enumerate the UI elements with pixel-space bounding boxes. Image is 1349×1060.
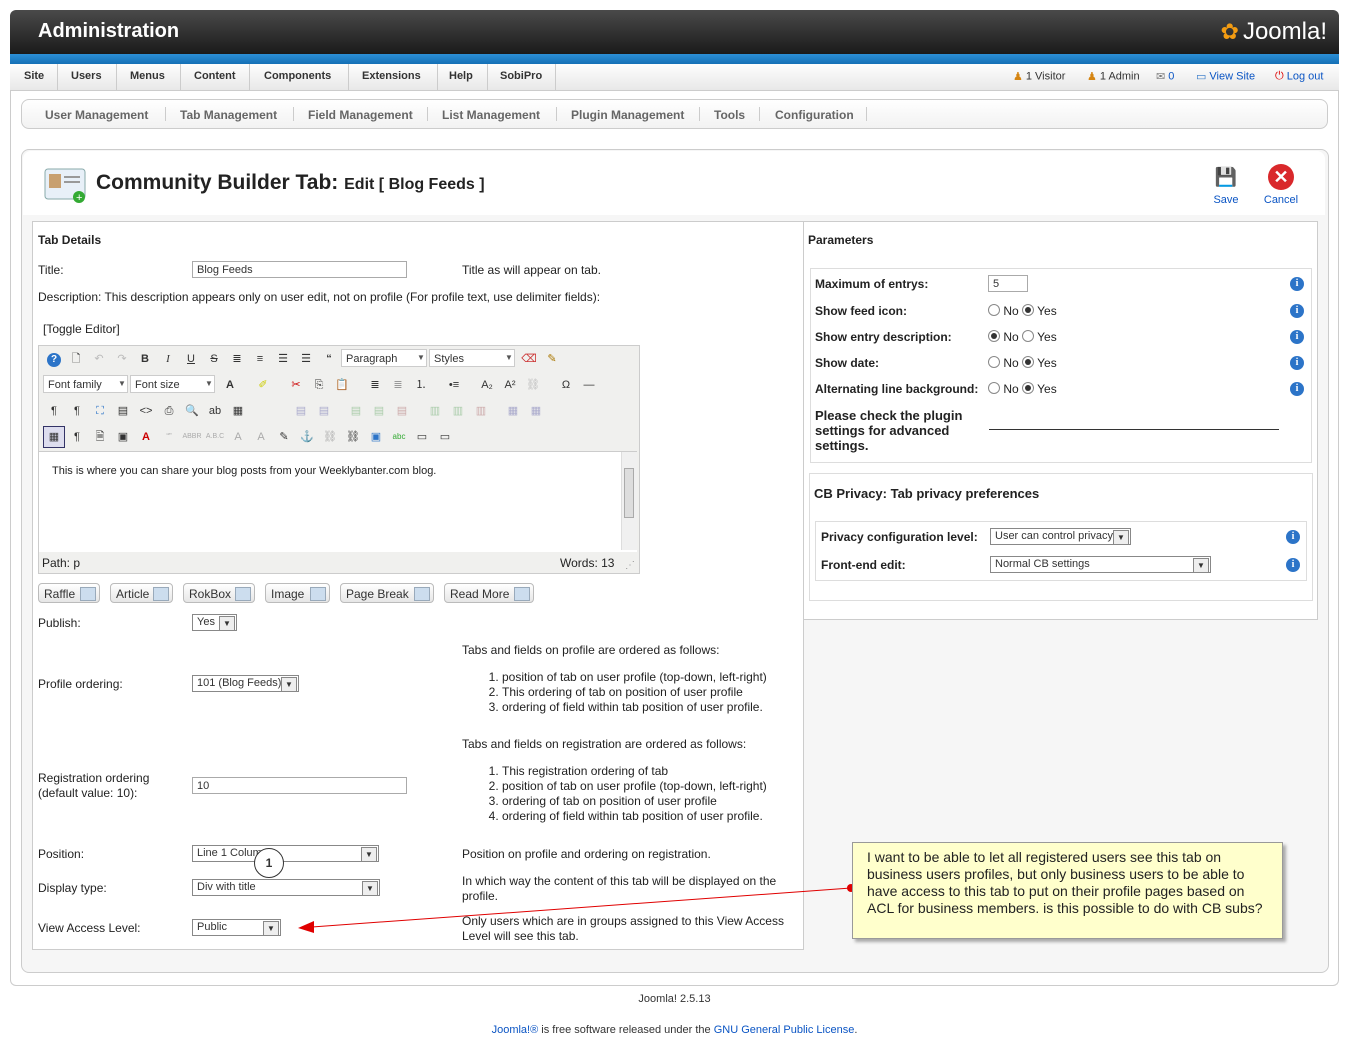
- joomla-link[interactable]: Joomla!®: [492, 1024, 539, 1036]
- annotation-note: I want to be able to let all registered …: [852, 842, 1283, 939]
- footer-license: Joomla!® is free software released under…: [491, 1024, 858, 1036]
- footer-version: Joomla! 2.5.13: [638, 993, 711, 1005]
- gpl-link[interactable]: GNU General Public License: [714, 1024, 855, 1036]
